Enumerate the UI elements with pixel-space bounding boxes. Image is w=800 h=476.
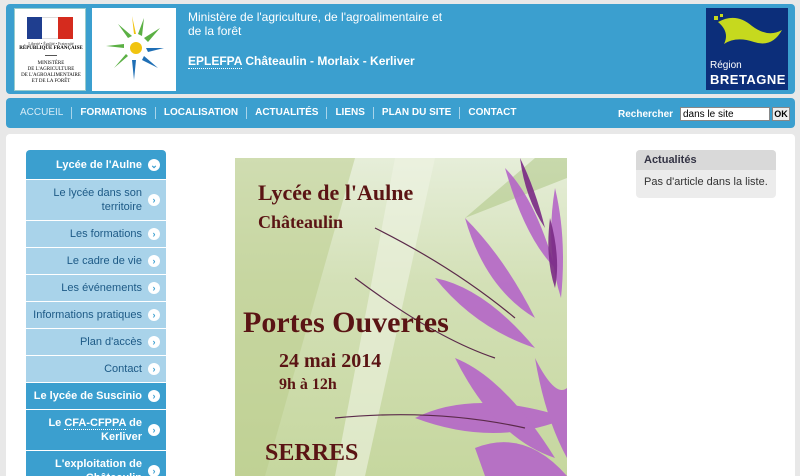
nav-item-plan-du-site[interactable]: PLAN DU SITE [374,107,461,119]
sidebar-section-label: Lycée de l'Aulne [56,159,142,171]
poster-city: Châteaulin [258,212,344,232]
sidebar-item-label: Le lycée de Suscinio [33,390,142,402]
bretagne-ermine-icon [714,14,782,44]
sidebar-item-evenements[interactable]: Les événements › [26,275,166,302]
search-label: Rechercher [618,109,674,120]
cfa-cfppa-abbreviation[interactable]: CFA-CFPPA [64,417,127,430]
school-abbreviation[interactable]: EPLEFPA [188,54,243,69]
chevron-right-icon: › [148,424,160,436]
chevron-right-icon: › [148,228,160,240]
chevron-right-icon: › [148,465,160,476]
news-empty-message: Pas d'article dans la liste. [644,176,768,188]
poster-date: 24 mai 2014 [279,350,382,372]
school-name[interactable]: EPLEFPA Châteaulin - Morlaix - Kerliver [188,54,415,69]
sidebar-item-informations-pratiques[interactable]: Informations pratiques › [26,302,166,329]
ministry-title: Ministère de l'agriculture, de l'agroali… [188,10,443,38]
region-name: BRETAGNE [710,72,786,87]
sidebar-item-label: Les événements [61,282,142,294]
nav-item-actualites[interactable]: ACTUALITÉS [247,107,328,119]
sun-leaves-icon [106,16,164,80]
sidebar-item-formations[interactable]: Les formations › [26,221,166,248]
rf-republic-label: RÉPUBLIQUE FRANÇAISE [19,46,83,51]
chevron-down-icon: ⌄ [148,158,160,171]
sidebar-item-exploitation[interactable]: L'exploitation de Châteaulin › [26,451,166,476]
sidebar-item-label: L'exploitation de Châteaulin [55,458,142,476]
region-bretagne-logo[interactable]: Région BRETAGNE [706,8,788,90]
chevron-right-icon: › [148,363,160,375]
rf-ministry-text: MINISTÈRE DE L'AGRICULTURE DE L'AGROALIM… [21,61,81,84]
nav-item-localisation[interactable]: LOCALISATION [156,107,248,119]
poster-event-title: Portes Ouvertes [243,306,449,339]
sidebar-section-lycee-aulne[interactable]: Lycée de l'Aulne ⌄ [26,150,166,180]
nav-item-contact[interactable]: CONTACT [460,107,524,119]
sidebar-item-label: Plan d'accès [79,336,142,348]
poster-school-name: Lycée de l'Aulne [258,180,414,205]
sidebar-item-plan-acces[interactable]: Plan d'accès › [26,329,166,356]
school-sites: Châteaulin - Morlaix - Kerliver [242,54,415,68]
republique-francaise-logo[interactable]: Liberté • Égalité • Fraternité RÉPUBLIQU… [14,8,86,91]
sidebar-menu: Lycée de l'Aulne ⌄ Le lycée dans son ter… [26,150,166,476]
chevron-right-icon: › [148,309,160,321]
sidebar-item-label-prefix: Le [48,417,65,429]
nav-item-liens[interactable]: LIENS [327,107,374,119]
search-input[interactable] [680,107,770,121]
sidebar-item-label: Contact [104,363,142,375]
news-title: Actualités [636,150,776,170]
sidebar-item-contact[interactable]: Contact › [26,356,166,383]
sidebar-item-cadre-de-vie[interactable]: Le cadre de vie › [26,248,166,275]
chevron-right-icon: › [148,390,160,402]
open-day-poster[interactable]: Lycée de l'Aulne Châteaulin Portes Ouver… [235,158,567,476]
sidebar-item-label: Le lycée dans son territoire [53,187,142,213]
news-box: Actualités Pas d'article dans la liste. [636,150,776,198]
sidebar-item-suscinio[interactable]: Le lycée de Suscinio › [26,383,166,410]
marianne-flag-icon [27,17,73,39]
chevron-right-icon: › [148,282,160,294]
chevron-right-icon: › [148,194,160,206]
sidebar-item-label: Informations pratiques [33,309,142,321]
chevron-right-icon: › [148,255,160,267]
poster-time: 9h à 12h [279,376,337,393]
rf-divider [45,55,57,56]
ministry-agriculture-logo[interactable] [92,8,176,91]
poster-location: SERRES [265,440,359,466]
content-area: Lycée de l'Aulne ⌄ Le lycée dans son ter… [6,134,795,476]
search-button[interactable]: OK [772,107,790,121]
sidebar-item-cfa-cfppa[interactable]: Le CFA-CFPPA de Kerliver › [26,410,166,451]
sidebar-item-territoire[interactable]: Le lycée dans son territoire › [26,180,166,221]
chevron-right-icon: › [148,336,160,348]
sidebar-item-label: Les formations [69,228,142,240]
sidebar-item-label: Le cadre de vie [66,255,142,267]
nav-item-accueil[interactable]: ACCUEIL [12,107,73,119]
region-label: Région [710,60,742,71]
main-navigation: ACCUEIL FORMATIONS LOCALISATION ACTUALIT… [6,98,795,128]
nav-item-formations[interactable]: FORMATIONS [72,107,156,119]
site-header: Liberté • Égalité • Fraternité RÉPUBLIQU… [6,4,795,94]
